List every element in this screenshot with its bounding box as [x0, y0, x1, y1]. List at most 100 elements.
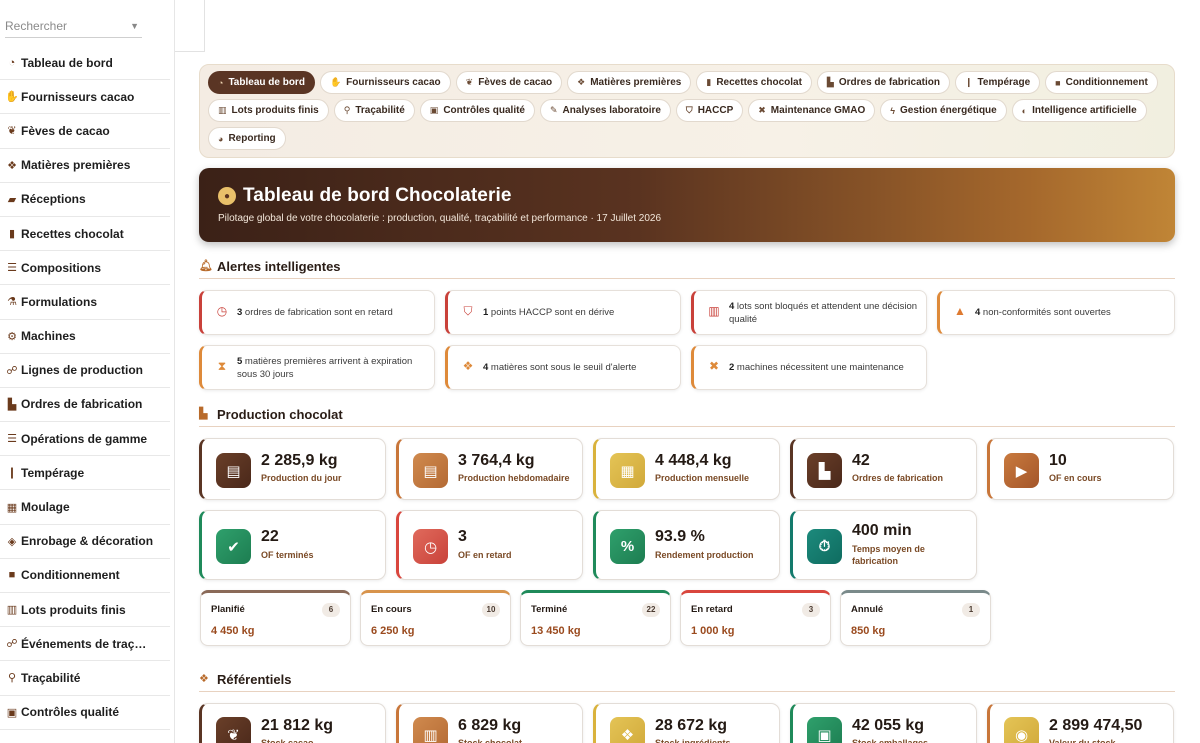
kpi-value: 400 min [852, 522, 912, 539]
chevron-down-icon[interactable]: ▼ [130, 21, 139, 31]
status-card-termine[interactable]: Terminé 22 13 450 kg [520, 590, 671, 646]
tab-controles-qualite[interactable]: ▣ Contrôles qualité [419, 99, 535, 122]
alert-card[interactable]: ⛉ 1 points HACCP sont en dérive [445, 290, 681, 335]
sidebar-item-receptions[interactable]: ▰ Réceptions [0, 183, 170, 217]
alert-message: ordres de fabrication sont en retard [242, 307, 393, 318]
kpi-label: OF en cours [1049, 473, 1102, 483]
sidebar-item-lots-produits-finis[interactable]: ▥ Lots produits finis [0, 593, 170, 628]
tab-lots-produits-finis[interactable]: ▥ Lots produits finis [208, 99, 329, 122]
handshake-icon: ✋ [329, 77, 342, 87]
tab-intelligence-artificielle[interactable]: ◐ Intelligence artificielle [1011, 99, 1147, 122]
tab-haccp[interactable]: ⛉ HACCP [675, 99, 744, 122]
play-circle-icon: ▶ [1004, 453, 1039, 488]
vial-icon: ✎ [550, 105, 558, 115]
coins-icon: ◉ [1004, 717, 1039, 743]
tab-fournisseurs-cacao[interactable]: ✋ Fournisseurs cacao [319, 71, 451, 94]
tab-row: ◕ Reporting [208, 127, 1166, 150]
sidebar-item-recettes-chocolat[interactable]: ▮ Recettes chocolat [0, 217, 170, 252]
tab-gestion-energetique[interactable]: ϟ Gestion énergétique [880, 99, 1007, 122]
sidebar-item-matieres-premieres[interactable]: ❖ Matières premières [0, 149, 170, 183]
calendar-day-icon: ▤ [216, 453, 251, 488]
alert-message: non-conformités sont ouvertes [980, 307, 1111, 318]
alert-text: 2 machines nécessitent une maintenance [729, 361, 904, 374]
sidebar-item-enrobage-decoration[interactable]: ◈ Enrobage & décoration [0, 525, 170, 559]
module-tabs: ◔ Tableau de bord ✋ Fournisseurs cacao ❦ Fève… [199, 64, 1175, 158]
tab-temperage[interactable]: ❙ Tempérage [954, 71, 1041, 94]
status-card-annule[interactable]: Annulé 1 850 kg [840, 590, 991, 646]
clock-icon: ◷ [216, 304, 228, 318]
tab-tracabilite[interactable]: ⚲ Traçabilité [333, 99, 415, 122]
tab-label: Reporting [228, 133, 276, 144]
kpi-label: Ordres de fabrication [852, 473, 944, 483]
sidebar-item-conditionnement[interactable]: ■ Conditionnement [0, 559, 170, 593]
tab-conditionnement[interactable]: ■ Conditionnement [1045, 71, 1158, 94]
header-stub [175, 0, 205, 52]
book-icon: ▮ [8, 228, 16, 241]
tab-ordres-de-fabrication[interactable]: ▙ Ordres de fabrication [816, 71, 950, 94]
alert-card[interactable]: ✖ 2 machines nécessitent une maintenance [691, 345, 927, 390]
status-card-en-retard[interactable]: En retard 3 1 000 kg [680, 590, 831, 646]
status-label: En retard [691, 604, 733, 615]
tab-analyses-laboratoire[interactable]: ✎ Analyses laboratoire [540, 99, 671, 122]
status-card-en-cours[interactable]: En cours 10 6 250 kg [360, 590, 511, 646]
tab-tableau-de-bord[interactable]: ◔ Tableau de bord [208, 71, 315, 94]
sidebar-item-temperage[interactable]: ❙ Tempérage [0, 456, 170, 491]
shield-icon: ⛉ [463, 304, 473, 318]
sidebar-item-label: Tempérage [21, 465, 85, 480]
tab-label: Ordres de fabrication [838, 77, 940, 88]
search-icon: ⚲ [7, 672, 17, 685]
status-label: En cours [371, 604, 412, 615]
bell-icon: 🔔︎ [199, 260, 213, 272]
kpi-label: OF terminés [261, 550, 314, 560]
sidebar-item-lignes-de-production[interactable]: ☍ Lignes de production [0, 354, 170, 388]
alert-card[interactable]: ▥ 4 lots sont bloqués et attendent une dé… [691, 290, 927, 335]
barcode-icon: ▥ [218, 105, 227, 115]
check-circle-icon: ✔ [216, 529, 251, 564]
sidebar-item-controles-qualite[interactable]: ▣ Contrôles qualité [0, 696, 170, 730]
alert-card[interactable]: ◷ 3 ordres de fabrication sont en retard [199, 290, 435, 335]
tab-maintenance-gmao[interactable]: ✖ Maintenance GMAO [748, 99, 876, 122]
sidebar-item-operations-de-gamme[interactable]: ☰ Opérations de gamme [0, 422, 170, 457]
percent-icon: % [610, 529, 645, 564]
kpi-card-rendement-production: % 93.9 % Rendement production [593, 510, 780, 580]
sidebar: Rechercher ▼ ◔ Tableau de bord ✋ Fournisseu… [0, 0, 175, 743]
sidebar-item-tracabilite[interactable]: ⚲ Traçabilité [0, 661, 170, 696]
sidebar-item-compositions[interactable]: ☰ Compositions [0, 251, 170, 286]
kpi-card-of-en-retard: ◷ 3 OF en retard [396, 510, 583, 580]
sidebar-item-ordres-de-fabrication[interactable]: ▙ Ordres de fabrication [0, 388, 170, 423]
sidebar-item-tableau-de-bord[interactable]: ◔ Tableau de bord [0, 46, 170, 81]
status-card-planifie[interactable]: Planifié 6 4 450 kg [200, 590, 351, 646]
list-check-icon: ☰ [7, 433, 17, 446]
alert-card[interactable]: ▲ 4 non-conformités sont ouvertes [937, 290, 1175, 335]
kpi-label: Production hebdomadaire [458, 473, 570, 483]
status-count-badge: 1 [962, 603, 980, 617]
seedling-icon: ❦ [7, 125, 17, 138]
tab-label: Tableau de bord [228, 77, 305, 88]
tab-feves-de-cacao[interactable]: ❦ Fèves de cacao [455, 71, 563, 94]
sitemap-icon: ☍ [6, 364, 18, 377]
sidebar-item-label: Réceptions [21, 192, 86, 207]
tab-reporting[interactable]: ◕ Reporting [208, 127, 286, 150]
alerts-section-header: 🔔︎ Alertes intelligentes [199, 259, 1175, 279]
stock-card-stock-emballages: ▣ 42 055 kg Stock emballages [790, 703, 977, 743]
cubes-icon: ❖ [7, 159, 17, 172]
clipboard-check-icon: ▣ [429, 105, 439, 115]
search-input[interactable]: Rechercher ▼ [5, 13, 142, 38]
sidebar-item-fournisseurs-cacao[interactable]: ✋ Fournisseurs cacao [0, 80, 170, 115]
sidebar-item-feves-de-cacao[interactable]: ❦ Fèves de cacao [0, 114, 170, 149]
stock-label: Stock emballages [852, 738, 929, 743]
sidebar-item-label: Fèves de cacao [21, 123, 110, 138]
sidebar-item-evenements-de-trac[interactable]: ☍ Événements de traç… [0, 627, 170, 662]
thermometer-icon: ❙ [7, 467, 17, 480]
sidebar-item-machines[interactable]: ⚙ Machines [0, 320, 170, 354]
tab-matieres-premieres[interactable]: ❖ Matières premières [567, 71, 692, 94]
alert-card[interactable]: ❖ 4 matières sont sous le seuil d'alerte [445, 345, 681, 390]
alert-card[interactable]: ⧗ 5 matières premières arrivent à expirat… [199, 345, 435, 390]
sidebar-item-formulations[interactable]: ⚗ Formulations [0, 285, 170, 320]
tab-recettes-chocolat[interactable]: ▮ Recettes chocolat [696, 71, 812, 94]
sidebar-item-moulage[interactable]: ▦ Moulage [0, 490, 170, 525]
alert-text: 4 lots sont bloqués et attendent une déc… [729, 300, 918, 326]
tab-label: Traçabilité [355, 105, 405, 116]
status-weight: 850 kg [851, 625, 886, 637]
tab-label: Conditionnement [1065, 77, 1148, 88]
